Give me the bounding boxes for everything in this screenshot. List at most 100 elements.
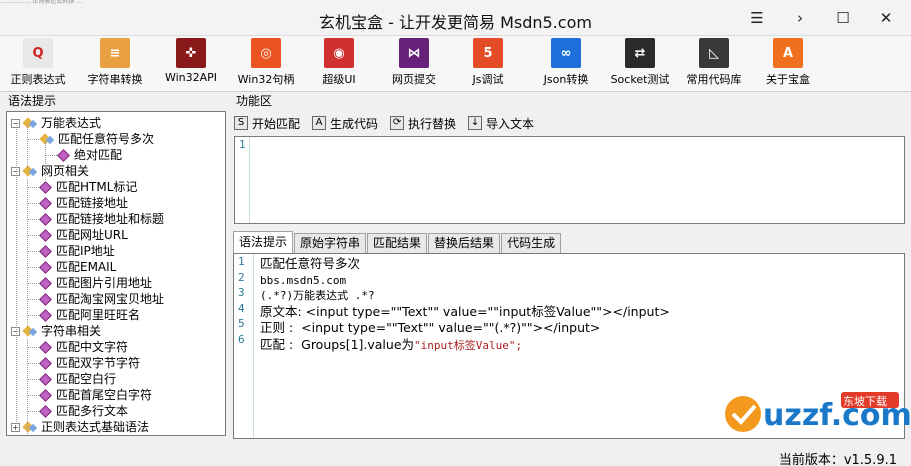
leaf-icon bbox=[39, 212, 52, 226]
tree-item[interactable]: 匹配HTML标记 bbox=[39, 179, 138, 195]
expand-icon[interactable]: + bbox=[11, 422, 20, 432]
tree-item[interactable]: 匹配链接地址和标题 bbox=[39, 211, 164, 227]
tree-connector bbox=[27, 411, 39, 412]
toolbar-button[interactable]: ◉ 超级UI bbox=[304, 38, 374, 90]
toolbar-button-label: 超级UI bbox=[322, 73, 356, 86]
tree-item[interactable]: 绝对匹配 bbox=[57, 147, 122, 163]
leaf-icon bbox=[39, 292, 52, 306]
tree-connector bbox=[27, 179, 28, 326]
toolbar-button-label: Win32API bbox=[164, 71, 218, 84]
maximize-icon[interactable]: ☐ bbox=[828, 6, 858, 30]
toolbar-button[interactable]: 5 Js调试 bbox=[453, 38, 523, 90]
tree-item-label: 匹配网址URL bbox=[56, 228, 128, 242]
tree-item[interactable]: 匹配淘宝网宝贝地址 bbox=[39, 291, 164, 307]
code-text: (.*?)万能表达式 .*? bbox=[260, 289, 375, 302]
tree-item[interactable]: 匹配首尾空白字符 bbox=[39, 387, 152, 403]
function-panel: 功能区 S 开始匹配 A 生成代码 ⟳ 执行替换 ↓ 导入文本 1 bbox=[232, 94, 905, 226]
function-panel-title: 功能区 bbox=[232, 94, 905, 109]
toolbar-button-label: 关于宝盒 bbox=[766, 73, 810, 86]
function-toolbar: S 开始匹配 A 生成代码 ⟳ 执行替换 ↓ 导入文本 bbox=[234, 112, 546, 134]
tree-connector bbox=[27, 219, 39, 220]
toolbar-button-label: Socket测试 bbox=[610, 73, 670, 86]
toolbar-button[interactable]: ≡ 字符串转换 bbox=[80, 38, 150, 90]
tree-item[interactable]: 匹配空白行 bbox=[39, 371, 116, 387]
link-icon: ∞ bbox=[551, 38, 581, 68]
result-tab[interactable]: 语法提示 bbox=[233, 231, 294, 253]
tree-group[interactable]: − 万能表达式 bbox=[11, 115, 101, 131]
tree-item-label: 字符串相关 bbox=[41, 324, 102, 338]
toolbar-button[interactable]: ⋈ 网页提交 bbox=[379, 38, 449, 90]
tree-connector bbox=[27, 125, 28, 168]
tree-connector bbox=[27, 187, 39, 188]
toolbar-button-label: Js调试 bbox=[472, 73, 504, 86]
ruler-icon: ◺ bbox=[699, 38, 729, 68]
main-toolbar: Q 正则表达式 ≡ 字符串转换 ✜ Win32API ◎ Win32句柄 ◉ 超级UI ⋈ 网页提交 5… bbox=[0, 36, 911, 92]
menu-icon[interactable]: ☰ bbox=[742, 6, 772, 30]
leaf-icon bbox=[39, 276, 52, 290]
tree-item[interactable]: 匹配多行文本 bbox=[39, 403, 128, 419]
result-tab[interactable]: 匹配结果 bbox=[367, 233, 428, 253]
leaf-icon bbox=[57, 148, 70, 162]
function-button[interactable]: A 生成代码 bbox=[312, 115, 378, 132]
function-button-icon: A bbox=[312, 116, 327, 130]
result-tab[interactable]: 替换后结果 bbox=[428, 233, 501, 253]
tree-item[interactable]: 匹配图片引用地址 bbox=[39, 275, 153, 291]
code-line: 正则 : <input type=""Text"" value=""(.*?)"… bbox=[260, 320, 670, 337]
result-tab[interactable]: 原始字符串 bbox=[294, 233, 367, 253]
code-line: 匹配 : Groups[1].value为"input标签Value"; bbox=[260, 337, 670, 354]
toolbar-button[interactable]: A 关于宝盒 bbox=[753, 38, 823, 90]
tree-item-label: 匹配任意符号多次 bbox=[58, 132, 155, 146]
tree-item[interactable]: 匹配链接地址 bbox=[39, 195, 128, 211]
tree-item[interactable]: 匹配任意符号多次 bbox=[41, 131, 154, 147]
tree-item[interactable]: 匹配EMAIL bbox=[39, 259, 117, 275]
tree-group[interactable]: − 网页相关 bbox=[11, 163, 89, 179]
tree-group[interactable]: + 正则表达式基础语法 bbox=[11, 419, 149, 435]
result-tab[interactable]: 代码生成 bbox=[501, 233, 562, 253]
code-line: bbs.msdn5.com bbox=[260, 273, 670, 289]
leaf-icon bbox=[39, 228, 52, 242]
function-button-label: 开始匹配 bbox=[252, 116, 301, 131]
toolbar-button-label: 正则表达式 bbox=[10, 73, 66, 86]
tree-connector bbox=[27, 235, 39, 236]
code-text: 匹配任意符号多次 bbox=[260, 256, 361, 271]
tree-connector bbox=[27, 283, 39, 284]
version-label: 当前版本：v1.5.9.1 bbox=[778, 453, 897, 466]
tree-group[interactable]: − 字符串相关 bbox=[11, 323, 101, 339]
toolbar-button[interactable]: ◺ 常用代码库 bbox=[679, 38, 749, 90]
tree-item-label: 匹配双字节字符 bbox=[56, 356, 141, 370]
syntax-tree[interactable]: − 万能表达式 匹配任意符号多次 绝对匹配 − 网页相关 匹配HTML标记 匹配链接地址 匹配链… bbox=[6, 111, 226, 436]
watermark-brand: uzzf.com bbox=[763, 398, 911, 433]
regex-input-editor[interactable]: 1 bbox=[234, 136, 905, 224]
toolbar-button[interactable]: Q 正则表达式 bbox=[3, 38, 73, 90]
tree-item-label: 匹配EMAIL bbox=[56, 260, 117, 274]
tree-connector bbox=[27, 379, 39, 380]
tree-connector bbox=[27, 267, 39, 268]
toolbar-button[interactable]: ∞ Json转换 bbox=[531, 38, 601, 90]
joystick-icon: ✜ bbox=[176, 38, 206, 68]
tree-item-label: 匹配图片引用地址 bbox=[56, 276, 153, 290]
toolbar-button[interactable]: ⇄ Socket测试 bbox=[605, 38, 675, 90]
tree-item[interactable]: 匹配网址URL bbox=[39, 227, 128, 243]
tree-item-label: 正则表达式基础语法 bbox=[41, 420, 150, 434]
tree-item[interactable]: 匹配中文字符 bbox=[39, 339, 128, 355]
leaf-icon bbox=[39, 372, 52, 386]
leaf-icon bbox=[39, 244, 52, 258]
tree-item-label: 匹配HTML标记 bbox=[56, 180, 138, 194]
forward-icon[interactable]: › bbox=[785, 6, 815, 30]
line-number: 2 bbox=[238, 270, 245, 284]
leaf-icon bbox=[39, 388, 52, 402]
tree-connector bbox=[45, 141, 46, 184]
toolbar-button[interactable]: ◎ Win32句柄 bbox=[231, 38, 301, 90]
tree-item[interactable]: 匹配阿里旺旺名 bbox=[39, 307, 140, 323]
close-icon[interactable]: ✕ bbox=[871, 6, 901, 30]
tree-item[interactable]: 匹配双字节字符 bbox=[39, 355, 141, 371]
toolbar-button[interactable]: ✜ Win32API bbox=[156, 38, 226, 90]
code-text: 原文本: <input type=""Text"" value=""input标… bbox=[260, 303, 670, 319]
html5-icon: 5 bbox=[473, 38, 503, 68]
leaf-icon bbox=[39, 308, 52, 322]
function-button[interactable]: ↓ 导入文本 bbox=[468, 115, 534, 132]
function-button[interactable]: S 开始匹配 bbox=[234, 115, 300, 132]
tree-item[interactable]: 匹配IP地址 bbox=[39, 243, 115, 259]
function-button-icon: ↓ bbox=[468, 116, 483, 130]
function-button[interactable]: ⟳ 执行替换 bbox=[390, 115, 456, 132]
